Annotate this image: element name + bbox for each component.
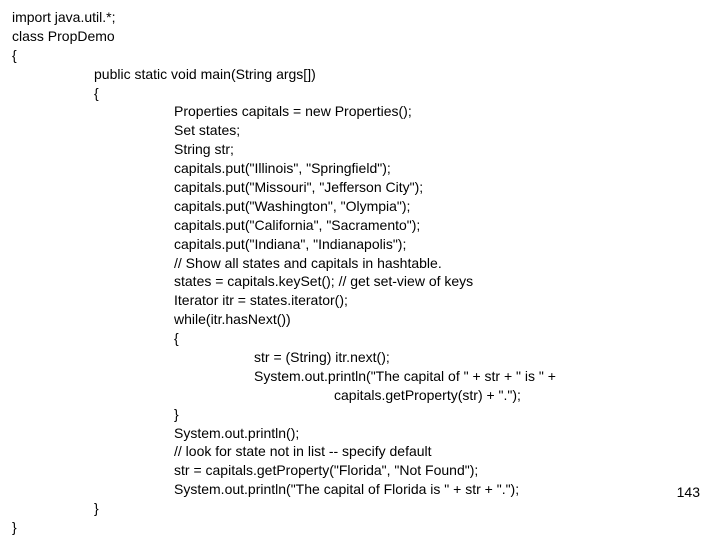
code-line: { <box>12 46 708 65</box>
code-line: capitals.put("Illinois", "Springfield"); <box>12 159 708 178</box>
code-line: String str; <box>12 140 708 159</box>
code-line: Iterator itr = states.iterator(); <box>12 291 708 310</box>
code-line: class PropDemo <box>12 27 708 46</box>
page-number: 143 <box>677 484 700 500</box>
code-line: import java.util.*; <box>12 8 708 27</box>
code-line: public static void main(String args[]) <box>12 65 708 84</box>
code-line: System.out.println("The capital of " + s… <box>12 367 708 386</box>
code-line: capitals.put("Missouri", "Jefferson City… <box>12 178 708 197</box>
code-line: capitals.getProperty(str) + "."); <box>12 386 708 405</box>
code-line: str = capitals.getProperty("Florida", "N… <box>12 461 708 480</box>
code-line: { <box>12 329 708 348</box>
code-line: } <box>12 499 708 518</box>
code-line: // Show all states and capitals in hasht… <box>12 254 708 273</box>
code-line: capitals.put("Washington", "Olympia"); <box>12 197 708 216</box>
code-line: str = (String) itr.next(); <box>12 348 708 367</box>
code-line: } <box>12 405 708 424</box>
code-line: { <box>12 84 708 103</box>
code-line: capitals.put("California", "Sacramento")… <box>12 216 708 235</box>
code-line: System.out.println("The capital of Flori… <box>12 480 708 499</box>
code-line: } <box>12 518 708 537</box>
code-line: Set states; <box>12 121 708 140</box>
slide-page: import java.util.*; class PropDemo { pub… <box>0 0 720 540</box>
code-line: System.out.println(); <box>12 424 708 443</box>
code-line: while(itr.hasNext()) <box>12 310 708 329</box>
code-line: capitals.put("Indiana", "Indianapolis"); <box>12 235 708 254</box>
code-line: Properties capitals = new Properties(); <box>12 102 708 121</box>
code-line: // look for state not in list -- specify… <box>12 442 708 461</box>
code-line: states = capitals.keySet(); // get set-v… <box>12 272 708 291</box>
